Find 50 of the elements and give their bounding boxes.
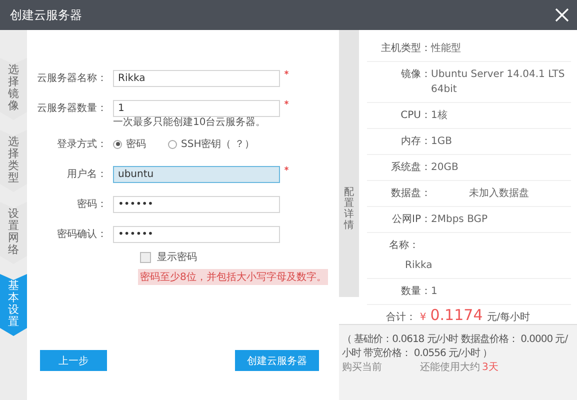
price-breakdown: （ 基础价：0.0618 元/小时 数据盘价格： 0.0000 元/: [342, 333, 569, 347]
detail-label: 主机类型：: [380, 42, 431, 56]
radio-option[interactable]: SSH密钥（ ？）: [168, 137, 254, 151]
radio-option[interactable]: 密码: [113, 137, 146, 151]
field-label: 用户名：: [66, 168, 108, 181]
detail-label: CPU：: [400, 109, 431, 123]
input-field[interactable]: ••••••: [113, 196, 280, 212]
price-breakdown: 小时 带宽价格： 0.0556 元/小时 ）: [342, 347, 494, 361]
step-tab[interactable]: 选择镜像: [0, 58, 27, 120]
price-unit: 元/每小时: [486, 310, 530, 324]
checkbox[interactable]: [140, 252, 151, 262]
detail-label: 系统盘：: [390, 160, 431, 175]
detail-label: 内存：: [400, 134, 431, 149]
detail-value: 性能型: [431, 42, 462, 56]
detail-value: Rikka: [404, 259, 434, 273]
field-label: 密码：: [76, 198, 108, 211]
currency-sign: ¥: [420, 312, 426, 323]
total-label: 合计：: [386, 310, 416, 324]
step-tab[interactable]: 设置网络: [0, 202, 27, 264]
detail-value: 20GB: [431, 161, 460, 175]
hint-text: 一次最多只能创建10台云服务器。: [112, 116, 267, 129]
detail-label: 镜像：: [400, 68, 431, 82]
detail-label: 数据盘：: [390, 187, 431, 201]
detail-value: Ubuntu Server 14.04.1 LTS 64bit: [431, 68, 566, 97]
detail-value: 1: [431, 285, 438, 299]
detail-value: 2Mbps BGP: [431, 213, 489, 227]
detail-value: 未加入数据盘: [468, 186, 530, 201]
window-title: 创建云服务器: [10, 6, 82, 24]
checkbox-label: 显示密码: [157, 250, 197, 264]
input-field[interactable]: 1: [113, 100, 280, 116]
remaining-text: 购买当前: [342, 361, 382, 375]
close-icon[interactable]: [555, 8, 569, 22]
detail-label: 数量：: [400, 285, 431, 299]
remaining-text: 还能使用大约: [420, 361, 480, 375]
error-message: 密码至少8位，并包括大小写字母及数字。: [138, 269, 328, 285]
input-field[interactable]: ••••••: [113, 226, 280, 242]
step-tab[interactable]: 选择类型: [0, 130, 27, 192]
details-label: 配置详情: [344, 186, 354, 230]
input-field[interactable]: ubuntu: [113, 166, 280, 182]
field-label: 密码确认：: [56, 228, 108, 241]
field-label: 云服务器数量：: [36, 102, 108, 115]
detail-value: 1核: [431, 108, 448, 123]
input-field[interactable]: Rikka: [113, 70, 280, 86]
detail-label: 公网IP：: [391, 213, 431, 227]
remaining-days: 3天: [482, 361, 498, 375]
field-label: 登录方式：: [56, 138, 108, 151]
detail-label: 名称：: [388, 239, 420, 253]
detail-value: 1GB: [431, 135, 453, 149]
field-label: 云服务器名称：: [36, 72, 108, 85]
total-amount: 0.1174: [430, 306, 483, 324]
